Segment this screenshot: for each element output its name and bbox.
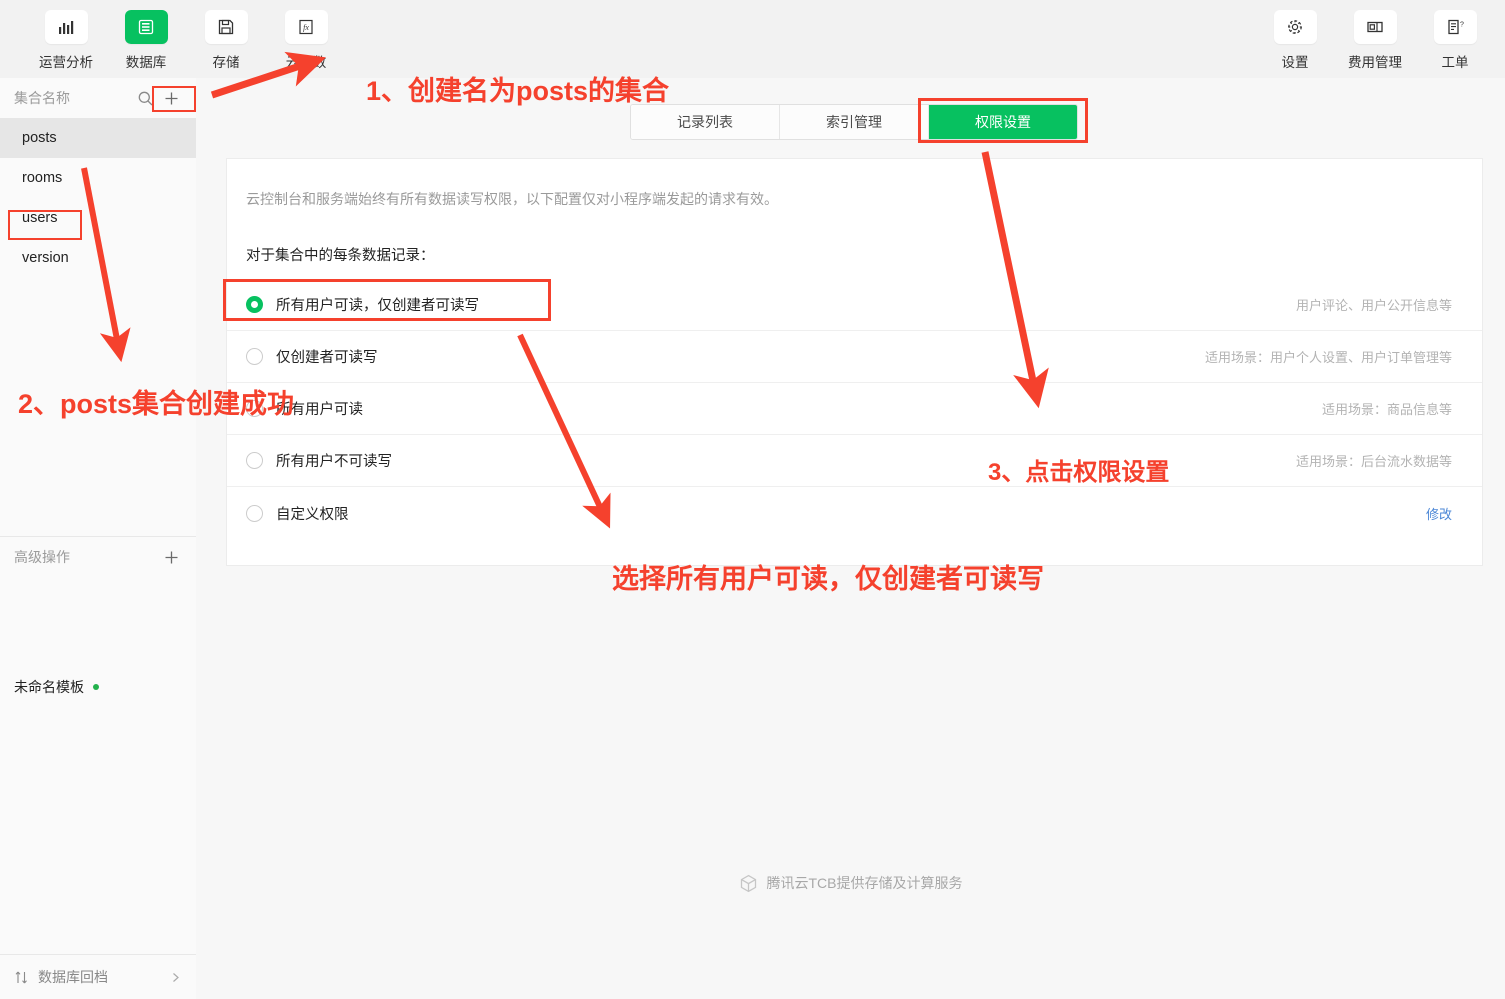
- option-hint: 适用场景：商品信息等: [1321, 402, 1452, 417]
- toolbar-left-group: 运营分析 数据库 存储 fx 云函数: [38, 10, 334, 71]
- floppy-disk-icon: [218, 19, 234, 35]
- option-label: 所有用户可读: [276, 402, 363, 418]
- collection-list: posts rooms users version: [0, 118, 196, 278]
- permission-option-list: 所有用户可读，仅创建者可读写 用户评论、用户公开信息等 仅创建者可读写 适用场景…: [227, 279, 1482, 539]
- advanced-section-title: 高级操作: [14, 549, 70, 565]
- billing-card-icon: [1367, 21, 1383, 33]
- cube-logo-icon: [740, 874, 756, 892]
- toolbar-right-group: 设置 费用管理 ? 工单: [1267, 10, 1483, 71]
- toolbar-item-label: 运营分析: [39, 55, 93, 70]
- svg-text:fx: fx: [303, 23, 309, 32]
- option-label: 仅创建者可读写: [276, 350, 378, 366]
- toolbar-item-label: 费用管理: [1348, 55, 1402, 70]
- tab-bar: 记录列表 索引管理 权限设置: [630, 104, 1078, 140]
- option-row-all-read[interactable]: 所有用户可读 适用场景：商品信息等: [227, 383, 1482, 435]
- search-icon[interactable]: [132, 85, 158, 111]
- tab-label: 记录列表: [677, 114, 733, 130]
- option-row-creator-only[interactable]: 仅创建者可读写 适用场景：用户个人设置、用户订单管理等: [227, 331, 1482, 383]
- toolbar-item-storage[interactable]: 存储: [198, 10, 254, 71]
- toolbar-item-label: 工单: [1441, 55, 1469, 70]
- chevron-right-icon: [173, 972, 179, 982]
- toolbar-item-cloud-function[interactable]: fx 云函数: [278, 10, 334, 71]
- collection-name: posts: [22, 130, 57, 146]
- status-dot-icon: [93, 684, 99, 690]
- option-hint: 用户评论、用户公开信息等: [1295, 298, 1452, 313]
- option-label: 所有用户可读，仅创建者可读写: [276, 298, 479, 314]
- ticket-icon: ?: [1448, 19, 1464, 35]
- plus-icon: [165, 92, 177, 104]
- toolbar-item-billing[interactable]: 费用管理: [1347, 10, 1403, 71]
- option-hint: 适用场景：后台流水数据等: [1295, 454, 1452, 469]
- option-row-no-access[interactable]: 所有用户不可读写 适用场景：后台流水数据等: [227, 435, 1482, 487]
- sidebar-item-users[interactable]: users: [0, 198, 196, 238]
- radio-icon[interactable]: [246, 296, 263, 313]
- floppy-disk-icon-box: [204, 10, 248, 44]
- toolbar-item-label: 设置: [1281, 55, 1309, 70]
- sidebar-item-rooms[interactable]: rooms: [0, 158, 196, 198]
- toolbar-item-label: 存储: [212, 55, 240, 70]
- footer-brand: 腾讯云TCB提供存储及计算服务: [196, 873, 1505, 893]
- option-row-all-read-creator-write[interactable]: 所有用户可读，仅创建者可读写 用户评论、用户公开信息等: [227, 279, 1482, 331]
- panel-subtitle: 对于集合中的每条数据记录：: [246, 248, 435, 264]
- toolbar-item-database[interactable]: 数据库: [118, 10, 174, 71]
- sort-updown-icon: [15, 971, 27, 983]
- advanced-section-header: 高级操作: [0, 536, 196, 578]
- radio-icon[interactable]: [246, 400, 263, 417]
- sidebar-item-version[interactable]: version: [0, 238, 196, 278]
- fx-function-icon-box: fx: [284, 10, 328, 44]
- sidebar-header: 集合名称: [0, 78, 196, 118]
- radio-icon[interactable]: [246, 504, 263, 522]
- sidebar-item-posts[interactable]: posts: [0, 118, 196, 158]
- panel-description: 云控制台和服务端始终有所有数据读写权限，以下配置仅对小程序端发起的请求有效。: [246, 191, 778, 207]
- option-hint: 适用场景：用户个人设置、用户订单管理等: [1204, 350, 1452, 365]
- template-name: 未命名模板: [14, 679, 84, 695]
- billing-card-icon-box: [1353, 10, 1397, 44]
- permission-panel: 云控制台和服务端始终有所有数据读写权限，以下配置仅对小程序端发起的请求有效。 对…: [223, 158, 1483, 566]
- option-row-custom[interactable]: 自定义权限 修改: [227, 487, 1482, 539]
- option-label: 所有用户不可读写: [276, 454, 392, 470]
- toolbar-item-ticket[interactable]: ? 工单: [1427, 10, 1483, 71]
- gear-icon: [1288, 20, 1302, 34]
- collection-name: rooms: [22, 170, 63, 186]
- collections-sidebar: 集合名称 posts rooms users version 高级操作 未命名模…: [0, 78, 197, 999]
- toolbar-item-label: 数据库: [125, 55, 167, 70]
- database-icon: [138, 19, 154, 35]
- database-icon-box: [124, 10, 168, 44]
- search-icon-glyph: [138, 91, 152, 105]
- toolbar-item-label: 云函数: [285, 55, 327, 70]
- radio-icon[interactable]: [246, 348, 263, 365]
- collection-name: users: [22, 210, 58, 226]
- tab-permission-settings[interactable]: 权限设置: [929, 105, 1077, 139]
- add-collection-button[interactable]: [158, 85, 184, 111]
- tab-label: 权限设置: [975, 114, 1031, 130]
- edit-custom-permission-link[interactable]: 修改: [1426, 504, 1452, 523]
- database-rollback-button[interactable]: 数据库回档: [0, 954, 196, 999]
- fx-function-icon: fx: [299, 19, 313, 35]
- sidebar-title: 集合名称: [14, 90, 70, 106]
- collection-name: version: [22, 250, 69, 266]
- radio-icon[interactable]: [246, 452, 263, 469]
- tab-index-management[interactable]: 索引管理: [780, 105, 929, 139]
- svg-text:?: ?: [1460, 22, 1464, 29]
- toolbar-item-settings[interactable]: 设置: [1267, 10, 1323, 71]
- database-rollback-label: 数据库回档: [38, 969, 108, 985]
- plus-icon: [165, 551, 177, 563]
- option-label: 自定义权限: [276, 506, 349, 523]
- add-template-button[interactable]: [158, 544, 184, 570]
- gear-icon-box: [1273, 10, 1317, 44]
- footer-brand-text: 腾讯云TCB提供存储及计算服务: [766, 875, 963, 891]
- bar-chart-icon-box: [44, 10, 88, 44]
- ticket-icon-box: ?: [1433, 10, 1477, 44]
- tab-record-list[interactable]: 记录列表: [631, 105, 780, 139]
- main-content: 记录列表 索引管理 权限设置 云控制台和服务端始终有所有数据读写权限，以下配置仅…: [196, 78, 1505, 999]
- bar-chart-icon: [59, 21, 74, 34]
- sidebar-item-unnamed-template[interactable]: 未命名模板: [0, 670, 196, 704]
- top-toolbar: 运营分析 数据库 存储 fx 云函数 设置 费用管理 ? 工单: [0, 0, 1505, 79]
- tab-label: 索引管理: [826, 114, 882, 130]
- toolbar-item-operation-analysis[interactable]: 运营分析: [38, 10, 94, 71]
